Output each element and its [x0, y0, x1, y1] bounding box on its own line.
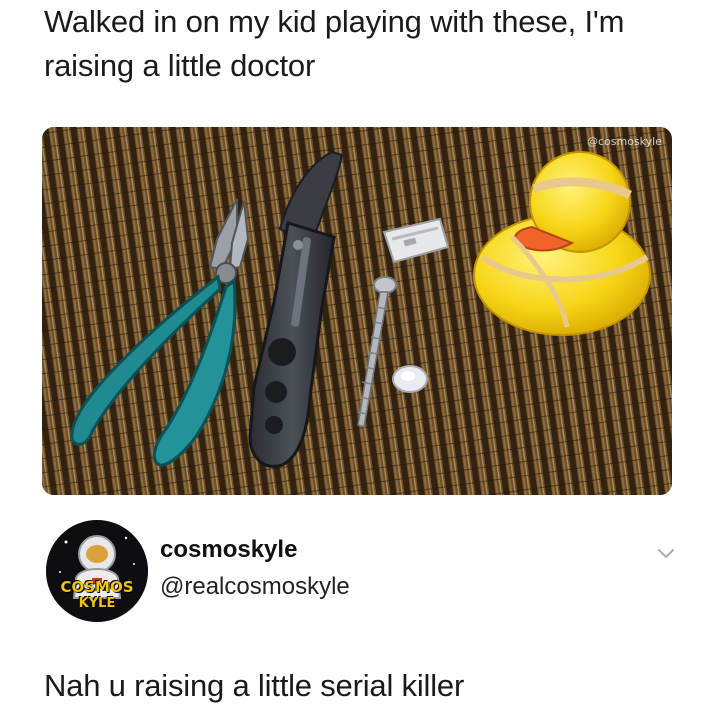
avatar-top-text: COSMOS	[60, 578, 134, 596]
photo-watermark: @cosmoskyle	[587, 135, 662, 148]
thumbtack	[392, 365, 428, 393]
post-photo[interactable]: @cosmoskyle	[42, 127, 672, 495]
reply-header: COSMOS KYLE cosmoskyle @realcosmoskyle	[46, 520, 676, 630]
avatar[interactable]: COSMOS KYLE	[46, 520, 148, 622]
display-name[interactable]: cosmoskyle	[160, 536, 297, 564]
user-handle[interactable]: @realcosmoskyle	[160, 573, 350, 601]
avatar-bottom-text: KYLE	[78, 596, 116, 611]
photo-illustration	[42, 127, 672, 495]
chevron-down-icon[interactable]	[656, 546, 676, 560]
reply-text: Nah u raising a little serial killer	[44, 668, 465, 703]
post-caption: Walked in on my kid playing with these, …	[44, 4, 625, 83]
